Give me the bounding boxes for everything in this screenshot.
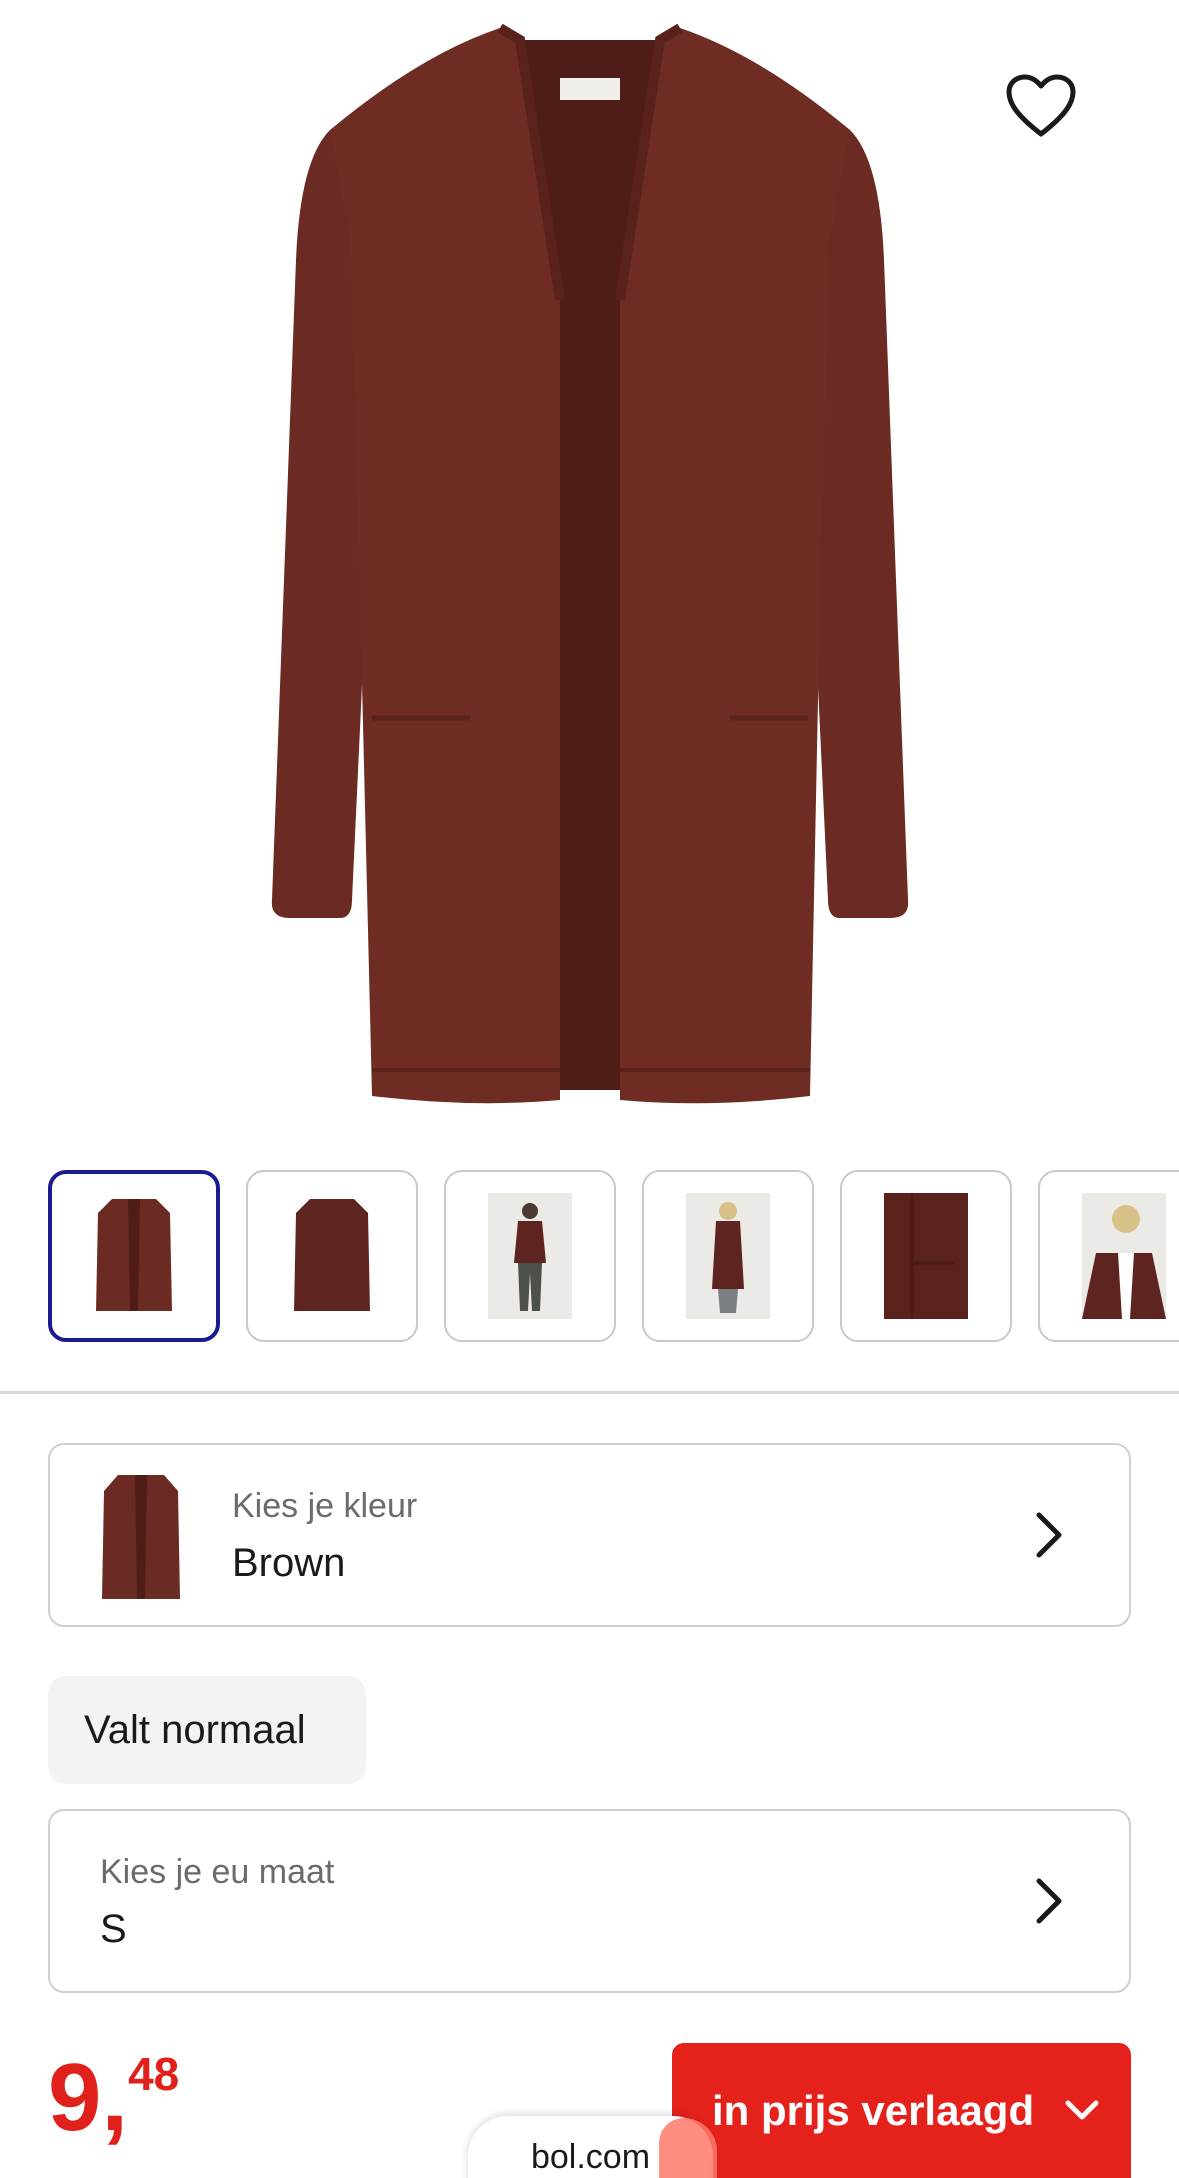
thumb-back[interactable] [246,1170,418,1342]
thumb-model-closeup[interactable] [1038,1170,1179,1342]
price-reduced-label: in prijs verlaagd [712,2086,1035,2134]
price-reduced-button[interactable]: in prijs verlaagd [672,2043,1131,2178]
color-selector-value: Brown [232,1541,346,1585]
color-swatch-image [102,1475,180,1599]
thumbnail-strip[interactable] [48,1170,1179,1344]
chevron-right-icon [1036,1512,1062,1558]
product-page: Kies je kleur Brown Valt normaal Kies je… [0,0,1179,2178]
thumb-model-closeup-image [1082,1193,1166,1319]
fit-badge: Valt normaal [48,1676,366,1784]
chevron-right-icon [1036,1878,1062,1924]
thumb-back-image [294,1199,370,1311]
thumb-front[interactable] [48,1170,220,1342]
heart-icon [1006,74,1076,137]
watermark-label: bol.com [530,2138,651,2176]
size-selector[interactable]: Kies je eu maat S [48,1809,1131,1993]
size-selector-label: Kies je eu maat [100,1853,335,1891]
thumb-model-back-image [686,1193,770,1319]
price-separator: , [101,2044,129,2151]
thumb-detail-image [884,1193,968,1319]
section-divider [0,1391,1179,1394]
thumb-model-back[interactable] [642,1170,814,1342]
chevron-down-icon [1065,2100,1099,2119]
price-integer: 9 [48,2044,102,2151]
thumb-model-front[interactable] [444,1170,616,1342]
price: 9,48 [48,2050,179,2146]
thumb-detail[interactable] [840,1170,1012,1342]
bol-watermark: bol.com [468,2116,717,2178]
thumb-model-front-image [488,1193,572,1319]
color-selector-label: Kies je kleur [232,1487,418,1525]
price-decimals: 48 [128,2048,180,2100]
fit-badge-label: Valt normaal [84,1707,306,1752]
favorite-button[interactable] [1005,74,1091,152]
color-selector[interactable]: Kies je kleur Brown [48,1443,1131,1627]
size-selector-value: S [100,1907,127,1951]
thumb-front-image [96,1199,172,1311]
cardigan-image [271,23,909,1104]
product-hero-image[interactable] [0,0,1179,1140]
